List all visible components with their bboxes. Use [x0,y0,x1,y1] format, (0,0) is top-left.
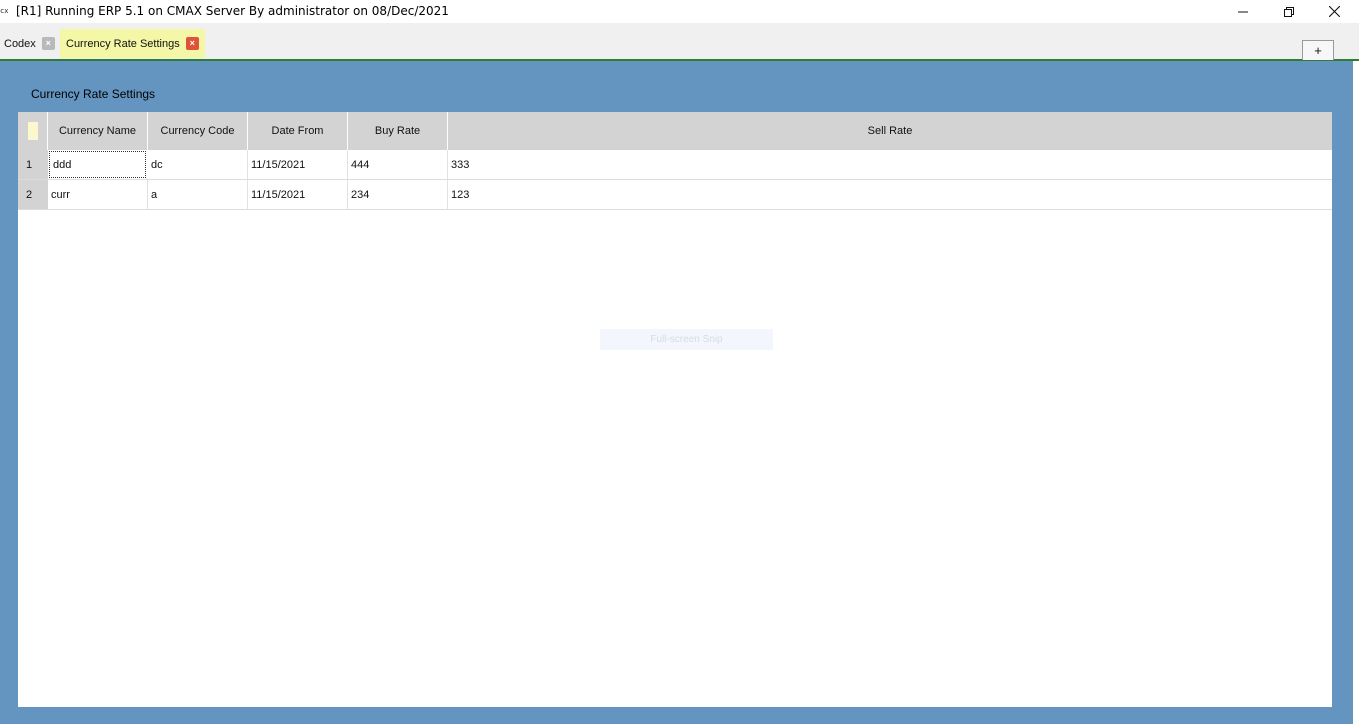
table-row[interactable]: 2 curr a 11/15/2021 234 123 [18,180,1332,210]
full-screen-snip-overlay: Full-screen Snip [600,329,773,350]
title-bar: cx [R1] Running ERP 5.1 on CMAX Server B… [0,0,1359,23]
grid-header: Currency Name Currency Code Date From Bu… [18,112,1332,150]
tab-label: Currency Rate Settings [66,37,180,50]
close-icon [1328,6,1340,17]
cell-sell-rate[interactable]: 123 [448,180,1332,209]
cell-buy-rate[interactable]: 444 [348,150,448,179]
select-all-corner[interactable] [18,112,48,150]
currency-rate-grid: Currency Name Currency Code Date From Bu… [18,112,1332,707]
minimize-icon [1238,11,1248,12]
cell-currency-code[interactable]: a [148,180,248,209]
restore-button[interactable] [1266,0,1312,23]
select-all-marker [28,122,38,140]
row-header[interactable]: 2 [18,180,48,209]
cell-buy-rate[interactable]: 234 [348,180,448,209]
cell-date-from[interactable]: 11/15/2021 [248,150,348,179]
tab-codex[interactable]: Codex × [0,29,59,58]
column-header-currency-code[interactable]: Currency Code [148,112,248,150]
window-title: [R1] Running ERP 5.1 on CMAX Server By a… [16,4,449,18]
window-edge [1353,61,1359,724]
cell-sell-rate[interactable]: 333 [448,150,1332,179]
page-title: Currency Rate Settings [31,87,156,101]
column-header-buy-rate[interactable]: Buy Rate [348,112,448,150]
cell-currency-code[interactable]: dc [148,150,248,179]
app-icon: cx [0,7,9,15]
tab-close-icon[interactable]: × [185,37,199,50]
column-header-sell-rate[interactable]: Sell Rate [448,112,1332,150]
table-row[interactable]: 1 ddd dc 11/15/2021 444 333 [18,150,1332,180]
close-window-button[interactable] [1311,0,1357,23]
tab-label: Codex [4,37,36,50]
cell-currency-name[interactable]: curr [48,180,148,209]
cell-currency-name[interactable]: ddd [49,151,146,178]
tab-bar: Codex × Currency Rate Settings × + [0,23,1359,61]
main-panel: Currency Rate Settings Currency Name Cur… [0,61,1359,724]
minimize-button[interactable] [1220,0,1266,23]
add-tab-button[interactable]: + [1302,40,1334,60]
tab-close-icon[interactable]: × [41,37,55,50]
row-header[interactable]: 1 [18,150,48,179]
column-header-currency-name[interactable]: Currency Name [48,112,148,150]
column-header-date-from[interactable]: Date From [248,112,348,150]
cell-date-from[interactable]: 11/15/2021 [248,180,348,209]
tab-currency-rate-settings[interactable]: Currency Rate Settings × [60,29,205,58]
restore-icon [1284,6,1294,17]
